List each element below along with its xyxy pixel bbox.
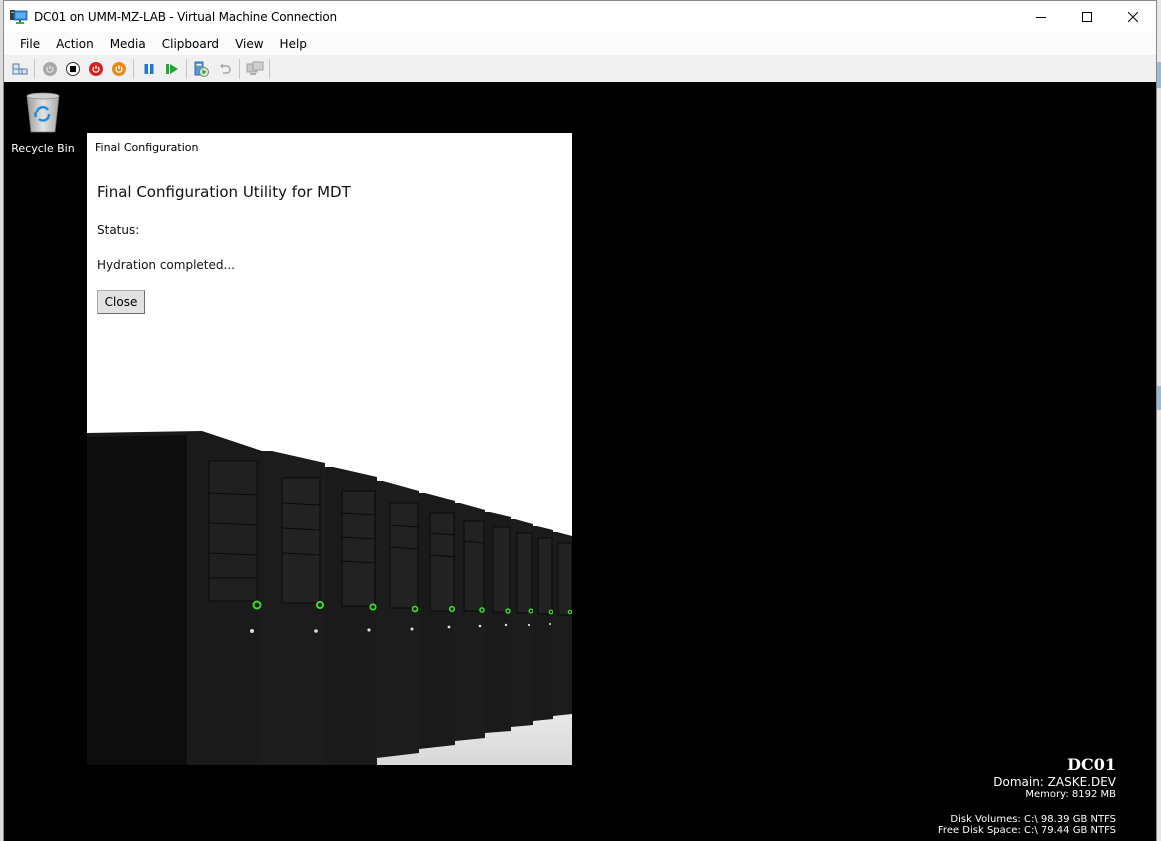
enhanced-session-icon [246, 61, 263, 75]
menu-bar: File Action Media Clipboard View Help [4, 32, 1156, 55]
toolbar-separator [186, 58, 187, 79]
bginfo-disk-volumes: Disk Volumes: C:\ 98.39 GB NTFS [950, 814, 1116, 825]
close-button[interactable]: Close [97, 290, 145, 314]
toolbar-separator [269, 58, 270, 79]
vm-screen[interactable]: Recycle Bin Final Configuration Final Co… [4, 82, 1156, 841]
maximize-icon [1082, 11, 1092, 22]
recycle-bin-icon [26, 92, 60, 133]
revert-button[interactable] [213, 58, 236, 80]
resume-button[interactable] [160, 58, 183, 80]
ctrl-alt-del-button[interactable] [8, 58, 31, 80]
turn-off-button[interactable] [61, 58, 84, 80]
background-window-edge-right [1157, 0, 1161, 841]
bginfo-hostname: DC01 [1067, 755, 1116, 774]
resume-icon [165, 63, 178, 74]
toolbar-separator [133, 58, 134, 79]
stop-icon [65, 61, 80, 76]
menu-clipboard[interactable]: Clipboard [154, 37, 227, 51]
dialog-heading: Final Configuration Utility for MDT [97, 183, 351, 201]
toolbar-separator [34, 58, 35, 79]
checkpoint-icon [194, 61, 209, 77]
bginfo-overlay: DC01 Domain: ZASKE.DEV Memory: 8192 MB D… [938, 755, 1116, 836]
save-button[interactable] [107, 58, 130, 80]
start-button[interactable] [38, 58, 61, 80]
close-window-button[interactable] [1110, 1, 1156, 32]
menu-action[interactable]: Action [48, 37, 102, 51]
server-rack-image [87, 413, 572, 765]
menu-media[interactable]: Media [102, 37, 154, 51]
bginfo-memory: Memory: 8192 MB [1025, 789, 1116, 800]
ctrl-alt-del-icon [12, 63, 27, 74]
pause-icon [144, 63, 153, 74]
maximize-button[interactable] [1064, 1, 1110, 32]
power-gray-icon [42, 61, 57, 76]
shut-down-button[interactable] [84, 58, 107, 80]
menu-help[interactable]: Help [272, 37, 315, 51]
close-icon [1128, 11, 1138, 22]
bginfo-domain: Domain: ZASKE.DEV [993, 775, 1116, 789]
enhanced-session-button[interactable] [243, 58, 266, 80]
status-text: Hydration completed... [97, 258, 235, 272]
dialog-title: Final Configuration [95, 141, 199, 154]
pause-button[interactable] [137, 58, 160, 80]
recycle-bin-shortcut[interactable]: Recycle Bin [8, 90, 78, 155]
revert-icon [219, 63, 231, 74]
vm-monitor-icon [10, 9, 28, 25]
menu-view[interactable]: View [227, 37, 271, 51]
window-title: DC01 on UMM-MZ-LAB - Virtual Machine Con… [34, 9, 337, 24]
final-configuration-dialog: Final Configuration Final Configuration … [87, 133, 572, 765]
status-label: Status: [97, 223, 140, 237]
power-red-icon [88, 61, 103, 76]
bginfo-free-disk-space: Free Disk Space: C:\ 79.44 GB NTFS [937, 825, 1116, 836]
menu-file[interactable]: File [12, 37, 48, 51]
minimize-button[interactable] [1018, 1, 1064, 32]
checkpoint-button[interactable] [190, 58, 213, 80]
title-bar: DC01 on UMM-MZ-LAB - Virtual Machine Con… [4, 1, 1156, 32]
toolbar [4, 55, 1156, 82]
vm-connection-window: DC01 on UMM-MZ-LAB - Virtual Machine Con… [3, 0, 1157, 841]
power-orange-icon [111, 61, 126, 76]
minimize-icon [1036, 16, 1046, 18]
toolbar-separator [239, 58, 240, 79]
recycle-bin-label: Recycle Bin [11, 142, 75, 155]
